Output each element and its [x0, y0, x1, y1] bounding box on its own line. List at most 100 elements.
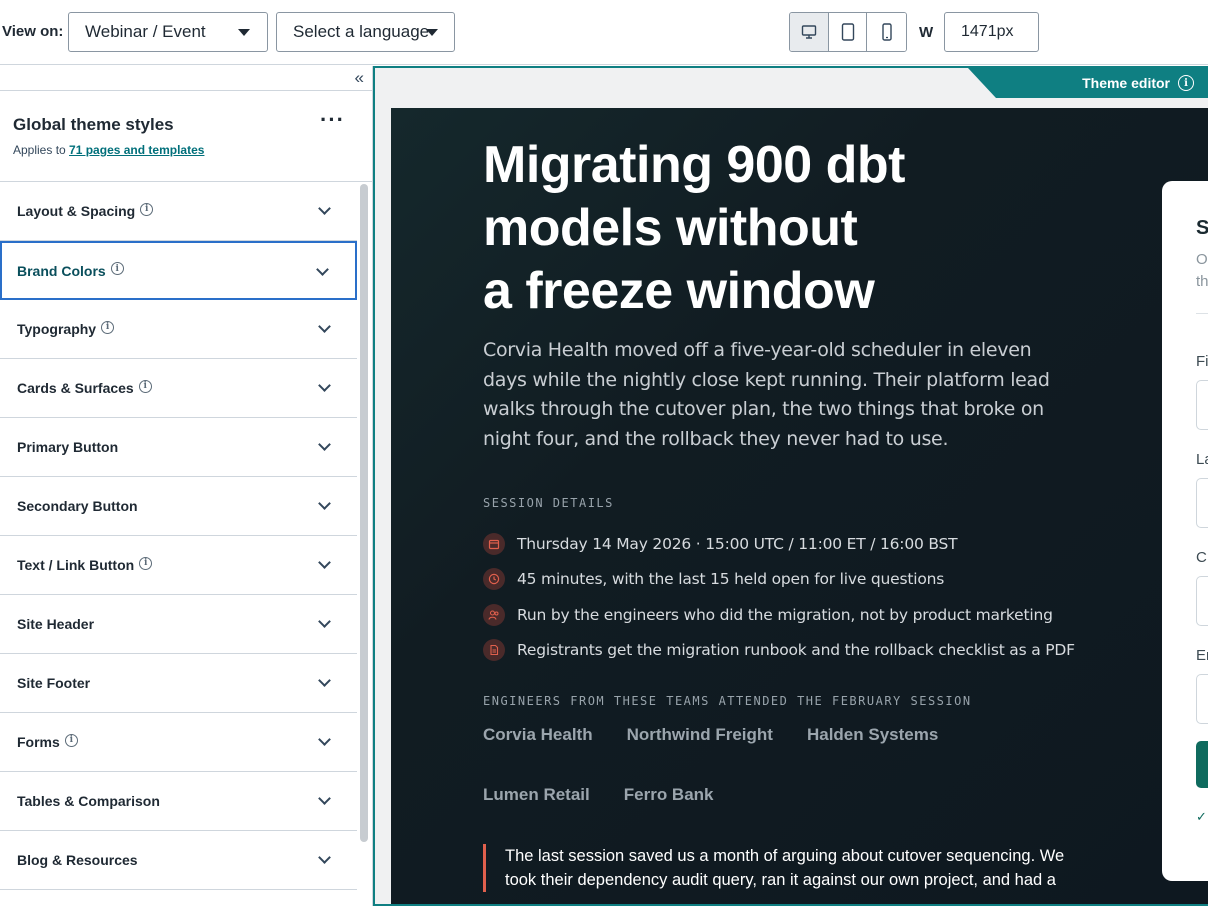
section-label: Tables & Comparison: [17, 793, 160, 809]
panel-title: Global theme styles: [13, 115, 174, 134]
detail-item: Registrants get the migration runbook an…: [483, 633, 1103, 669]
hero-title-line: a freeze window: [483, 262, 875, 320]
hero-title-line: models without: [483, 199, 858, 257]
section-typography[interactable]: Typography i: [0, 300, 357, 359]
panel-collapse-bar: «: [0, 66, 372, 91]
calendar-icon: [483, 532, 505, 555]
detail-item: Thursday 14 May 2026 · 15:00 UTC / 11:00…: [483, 526, 1103, 562]
chevron-down-icon: [318, 438, 331, 451]
info-icon[interactable]: i: [139, 556, 153, 570]
team-name: Lumen Retail: [483, 785, 590, 804]
hero-title-line: Migrating 900 dbt: [483, 136, 905, 194]
document-icon: [483, 639, 505, 662]
chevron-down-icon: [318, 733, 331, 746]
form-field-label: Er: [1196, 647, 1208, 664]
chevron-down-icon: [318, 320, 331, 333]
section-blog-resources[interactable]: Blog & Resources: [0, 831, 357, 890]
theme-editor-label: Theme editor: [1082, 75, 1170, 91]
top-toolbar: View on: Webinar / Event Select a langua…: [0, 0, 1208, 65]
section-primary-button[interactable]: Primary Button: [0, 418, 357, 477]
info-icon[interactable]: i: [1178, 75, 1194, 91]
team-name: Corvia Health: [483, 725, 593, 744]
team-logos: Corvia Health Northwind Freight Halden S…: [483, 724, 1063, 806]
page-preview: Theme editor i Migrating 900 dbt models …: [373, 66, 1208, 906]
section-text-link-button[interactable]: Text / Link Button i: [0, 536, 357, 595]
global-theme-styles-header: Global theme styles Applies to 71 pages …: [0, 91, 372, 182]
form-field-label: C: [1196, 549, 1207, 566]
panel-scrollbar[interactable]: [360, 184, 368, 842]
session-details-label: SESSION DETAILS: [483, 496, 614, 510]
section-label: Primary Button: [17, 439, 119, 455]
width-input[interactable]: 1471px: [944, 12, 1039, 52]
team-name: Northwind Freight: [626, 725, 773, 744]
form-heading: S: [1196, 217, 1208, 240]
theme-editor-tab[interactable]: Theme editor i: [968, 68, 1208, 98]
registration-form-card: S O th Fi La C Er ✓: [1162, 181, 1208, 881]
collapse-panel-icon[interactable]: «: [355, 68, 364, 88]
section-label: Cards & Surfaces: [17, 380, 134, 396]
detail-text: Run by the engineers who did the migrati…: [517, 605, 1053, 624]
caret-down-icon: [238, 29, 250, 36]
language-value: Select a language: [293, 22, 430, 41]
section-layout-spacing[interactable]: Layout & Spacing i: [0, 182, 357, 241]
language-select[interactable]: Select a language: [276, 12, 455, 52]
chevron-down-icon: [318, 615, 331, 628]
hero-subtitle[interactable]: Corvia Health moved off a five-year-old …: [483, 336, 1053, 454]
hero-section: Migrating 900 dbt models without a freez…: [391, 108, 1208, 904]
applies-to-text: Applies to 71 pages and templates: [13, 143, 372, 157]
mobile-view-button[interactable]: [867, 13, 906, 51]
section-label: Text / Link Button: [17, 557, 135, 573]
register-button[interactable]: [1196, 741, 1208, 788]
section-secondary-button[interactable]: Secondary Button: [0, 477, 357, 536]
check-icon: ✓: [1196, 809, 1207, 824]
tablet-view-button[interactable]: [828, 13, 868, 51]
form-field-input[interactable]: [1196, 576, 1208, 626]
section-label: Brand Colors: [17, 262, 106, 279]
caret-down-icon: [426, 29, 438, 36]
desktop-view-button[interactable]: [790, 13, 829, 51]
form-field-input[interactable]: [1196, 380, 1208, 430]
hero-title[interactable]: Migrating 900 dbt models without a freez…: [483, 134, 1003, 323]
section-brand-colors[interactable]: Brand Colors i: [0, 241, 357, 300]
info-icon[interactable]: i: [110, 262, 124, 275]
form-field-label: Fi: [1196, 353, 1208, 370]
detail-item: Run by the engineers who did the migrati…: [483, 597, 1103, 633]
form-field-input[interactable]: [1196, 674, 1208, 724]
testimonial-quote[interactable]: The last session saved us a month of arg…: [483, 844, 1083, 892]
team-name: Halden Systems: [806, 725, 939, 744]
chevron-down-icon: [318, 851, 331, 864]
device-toggle-group: [789, 12, 907, 52]
people-icon: [483, 603, 505, 626]
form-field-input[interactable]: [1196, 478, 1208, 528]
section-label: Site Header: [17, 616, 95, 632]
form-field-label: La: [1196, 451, 1208, 468]
info-icon[interactable]: i: [140, 202, 154, 216]
page-type-select[interactable]: Webinar / Event: [68, 12, 268, 52]
section-label: Layout & Spacing: [17, 203, 136, 219]
chevron-down-icon: [318, 379, 331, 392]
info-icon[interactable]: i: [101, 320, 115, 334]
chevron-down-icon: [318, 497, 331, 510]
applies-prefix: Applies to: [13, 143, 66, 157]
info-icon[interactable]: i: [64, 733, 78, 747]
section-label: Blog & Resources: [17, 852, 138, 868]
info-icon[interactable]: i: [138, 379, 152, 393]
chevron-down-icon: [318, 202, 331, 215]
form-divider: [1196, 313, 1208, 314]
section-site-header[interactable]: Site Header: [0, 595, 357, 654]
session-details-list: Thursday 14 May 2026 · 15:00 UTC / 11:00…: [483, 526, 1103, 668]
section-label: Typography: [17, 321, 97, 337]
section-site-footer[interactable]: Site Footer: [0, 654, 357, 713]
detail-text: 45 minutes, with the last 15 held open f…: [517, 570, 945, 589]
more-options-icon[interactable]: ···: [320, 109, 345, 131]
tablet-icon: [841, 23, 854, 41]
mobile-icon: [881, 23, 892, 41]
applies-to-link[interactable]: 71 pages and templates: [69, 143, 204, 157]
clock-icon: [483, 568, 505, 591]
section-forms[interactable]: Forms i: [0, 713, 357, 772]
chevron-down-icon: [318, 792, 331, 805]
section-cards-surfaces[interactable]: Cards & Surfaces i: [0, 359, 357, 418]
form-description: O: [1196, 251, 1208, 268]
section-label: Secondary Button: [17, 498, 138, 514]
section-tables-comparison[interactable]: Tables & Comparison: [0, 772, 357, 831]
